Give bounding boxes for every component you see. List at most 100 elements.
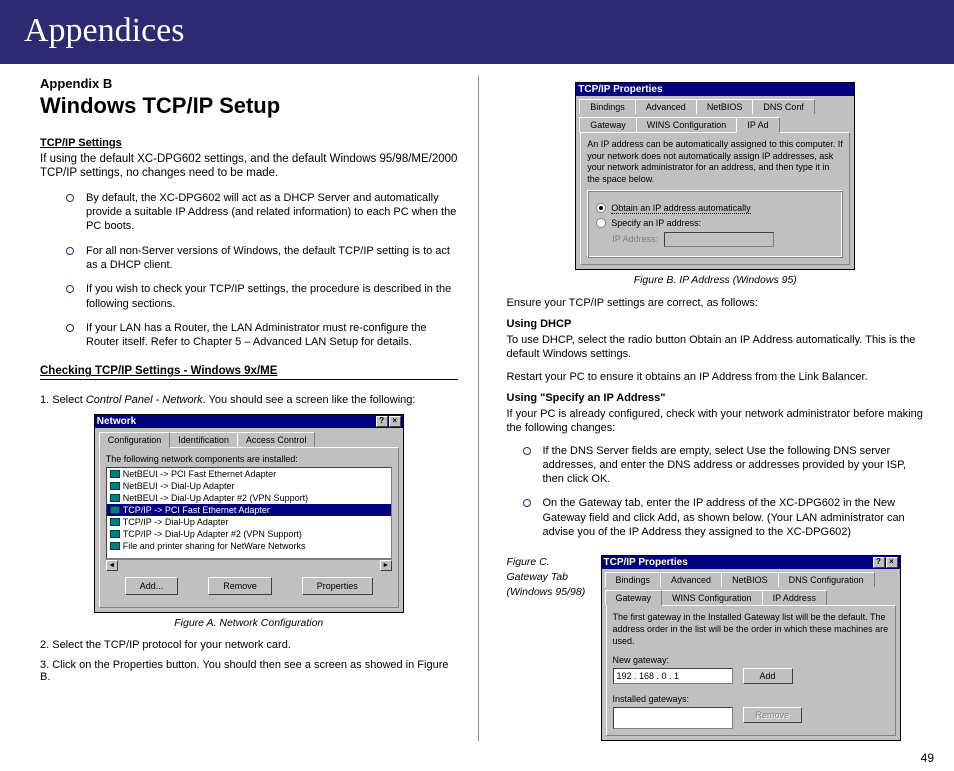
dialog-panel: The following network components are ins… xyxy=(99,447,399,608)
list-item[interactable]: TCP/IP -> Dial-Up Adapter xyxy=(107,516,391,528)
dialog-tabs-row1: Bindings Advanced NetBIOS DNS Conf xyxy=(576,96,854,114)
tab-access-control[interactable]: Access Control xyxy=(237,432,316,447)
tab-gateway[interactable]: Gateway xyxy=(579,117,637,132)
step-1-pre: 1. Select xyxy=(40,394,86,406)
figure-c-caption-l3: (Windows 95/98) xyxy=(507,585,587,600)
scroll-right-icon[interactable]: ► xyxy=(380,560,392,571)
dialog-tabs-row1: Bindings Advanced NetBIOS DNS Configurat… xyxy=(602,569,900,587)
radio-label: Specify an IP address: xyxy=(611,218,701,228)
remove-button[interactable]: Remove xyxy=(208,577,272,595)
left-column: Appendix B Windows TCP/IP Setup TCP/IP S… xyxy=(40,76,479,741)
tab-netbios[interactable]: NetBIOS xyxy=(721,572,779,587)
ip-desc: An IP address can be automatically assig… xyxy=(587,139,843,186)
adapter-icon xyxy=(110,518,120,526)
properties-button[interactable]: Properties xyxy=(302,577,373,595)
tab-identification[interactable]: Identification xyxy=(169,432,238,447)
tab-advanced[interactable]: Advanced xyxy=(660,572,722,587)
close-icon[interactable]: × xyxy=(886,557,898,568)
add-button[interactable]: Add... xyxy=(125,577,179,595)
scroll-left-icon[interactable]: ◄ xyxy=(106,560,118,571)
adapter-icon xyxy=(110,506,120,514)
tab-advanced[interactable]: Advanced xyxy=(635,99,697,114)
list-item-selected[interactable]: TCP/IP -> PCI Fast Ethernet Adapter xyxy=(107,504,391,516)
step-1: 1. Select Control Panel - Network. You s… xyxy=(40,394,458,406)
radio-label: Obtain an IP address automatically xyxy=(611,203,750,214)
tab-configuration[interactable]: Configuration xyxy=(99,432,171,448)
figure-a-wrap: Network ? × Configuration Identification… xyxy=(40,414,458,629)
adapter-icon xyxy=(110,530,120,538)
list-item[interactable]: File and printer sharing for NetWare Net… xyxy=(107,540,391,552)
figure-a-caption: Figure A. Network Configuration xyxy=(40,617,458,629)
list-item[interactable]: TCP/IP -> Dial-Up Adapter #2 (VPN Suppor… xyxy=(107,528,391,540)
help-icon[interactable]: ? xyxy=(873,557,885,568)
horizontal-scrollbar[interactable]: ◄ ► xyxy=(106,559,392,571)
tab-wins[interactable]: WINS Configuration xyxy=(661,590,763,605)
installed-gateways-label: Installed gateways: xyxy=(613,694,889,704)
tcpip-bullet-list: By default, the XC-DPG602 will act as a … xyxy=(40,191,458,350)
ip-address-row: IP Address: xyxy=(612,232,834,247)
figure-c-caption-block: Figure C. Gateway Tab (Windows 95/98) xyxy=(507,555,587,599)
dialog-panel: The first gateway in the Installed Gatew… xyxy=(606,605,896,736)
titlebar-buttons: ? × xyxy=(376,416,401,427)
list-item[interactable]: NetBEUI -> PCI Fast Ethernet Adapter xyxy=(107,468,391,480)
dialog-tabs: Configuration Identification Access Cont… xyxy=(95,428,403,447)
dialog-titlebar: Network ? × xyxy=(95,415,403,428)
tab-bindings[interactable]: Bindings xyxy=(579,99,636,114)
header-title: Appendices xyxy=(24,12,185,49)
list-item: If your LAN has a Router, the LAN Admini… xyxy=(76,321,458,350)
tab-bindings[interactable]: Bindings xyxy=(605,572,662,587)
tcpip-intro: If using the default XC-DPG602 settings,… xyxy=(40,152,458,181)
new-gateway-group: New gateway: 192 . 168 . 0 . 1 Add xyxy=(613,655,889,684)
adapter-icon xyxy=(110,494,120,502)
tab-dns[interactable]: DNS Conf xyxy=(752,99,815,114)
dialog-titlebar: TCP/IP Properties ? × xyxy=(602,556,900,569)
step-3: 3. Click on the Properties button. You s… xyxy=(40,659,458,683)
dialog-tabs-row2: Gateway WINS Configuration IP Ad xyxy=(576,114,854,132)
close-icon[interactable]: × xyxy=(389,416,401,427)
tcpip-properties-dialog-c: TCP/IP Properties ? × Bindings Advanced … xyxy=(601,555,901,741)
tab-ipaddress[interactable]: IP Ad xyxy=(736,117,779,133)
list-item[interactable]: NetBEUI -> Dial-Up Adapter xyxy=(107,480,391,492)
radio-dot-icon xyxy=(596,218,606,228)
titlebar-buttons: ? × xyxy=(873,557,898,568)
figure-c-caption-l2: Gateway Tab xyxy=(507,570,587,585)
specify-heading: Using "Specify an IP Address" xyxy=(507,392,925,404)
dialog-panel: An IP address can be automatically assig… xyxy=(580,132,850,265)
list-item: By default, the XC-DPG602 will act as a … xyxy=(76,191,458,234)
tab-wins[interactable]: WINS Configuration xyxy=(636,117,738,132)
tab-ipaddress[interactable]: IP Address xyxy=(762,590,827,605)
installed-gateways-listbox[interactable] xyxy=(613,707,733,729)
new-gateway-input[interactable]: 192 . 168 . 0 . 1 xyxy=(613,668,733,684)
step-1-post: . You should see a screen like the follo… xyxy=(203,394,416,406)
figure-c-row: Figure C. Gateway Tab (Windows 95/98) TC… xyxy=(507,555,925,741)
figure-b-caption: Figure B. IP Address (Windows 95) xyxy=(507,274,925,286)
page-body: Appendix B Windows TCP/IP Setup TCP/IP S… xyxy=(0,64,954,749)
tab-dns[interactable]: DNS Configuration xyxy=(778,572,875,587)
dialog-title: TCP/IP Properties xyxy=(604,557,688,568)
new-gateway-label: New gateway: xyxy=(613,655,889,665)
add-gateway-button[interactable]: Add xyxy=(743,668,793,684)
list-item: If you wish to check your TCP/IP setting… xyxy=(76,282,458,311)
tab-gateway[interactable]: Gateway xyxy=(605,590,663,606)
dhcp-heading: Using DHCP xyxy=(507,318,925,330)
checking-heading: Checking TCP/IP Settings - Windows 9x/ME xyxy=(40,365,458,380)
dialog-title: Network xyxy=(97,416,136,427)
radio-specify[interactable]: Specify an IP address: xyxy=(596,218,834,228)
dialog-tabs-row2: Gateway WINS Configuration IP Address xyxy=(602,587,900,605)
tab-netbios[interactable]: NetBIOS xyxy=(696,99,754,114)
installed-gateway-group: Installed gateways: Remove xyxy=(613,694,889,729)
specify-p1: If your PC is already configured, check … xyxy=(507,407,925,436)
gateway-desc: The first gateway in the Installed Gatew… xyxy=(613,612,889,647)
list-item[interactable]: NetBEUI -> Dial-Up Adapter #2 (VPN Suppo… xyxy=(107,492,391,504)
help-icon[interactable]: ? xyxy=(376,416,388,427)
list-item: For all non-Server versions of Windows, … xyxy=(76,244,458,273)
radio-dot-icon xyxy=(596,203,606,213)
step-2: 2. Select the TCP/IP protocol for your n… xyxy=(40,639,458,651)
ip-address-input xyxy=(664,232,774,247)
components-listbox[interactable]: NetBEUI -> PCI Fast Ethernet Adapter Net… xyxy=(106,467,392,559)
radio-obtain-auto[interactable]: Obtain an IP address automatically xyxy=(596,203,834,214)
dhcp-p1: To use DHCP, select the radio button Obt… xyxy=(507,333,925,362)
tcpip-properties-dialog-b: TCP/IP Properties Bindings Advanced NetB… xyxy=(575,82,855,270)
share-icon xyxy=(110,542,120,550)
ip-label: IP Address: xyxy=(612,234,658,244)
